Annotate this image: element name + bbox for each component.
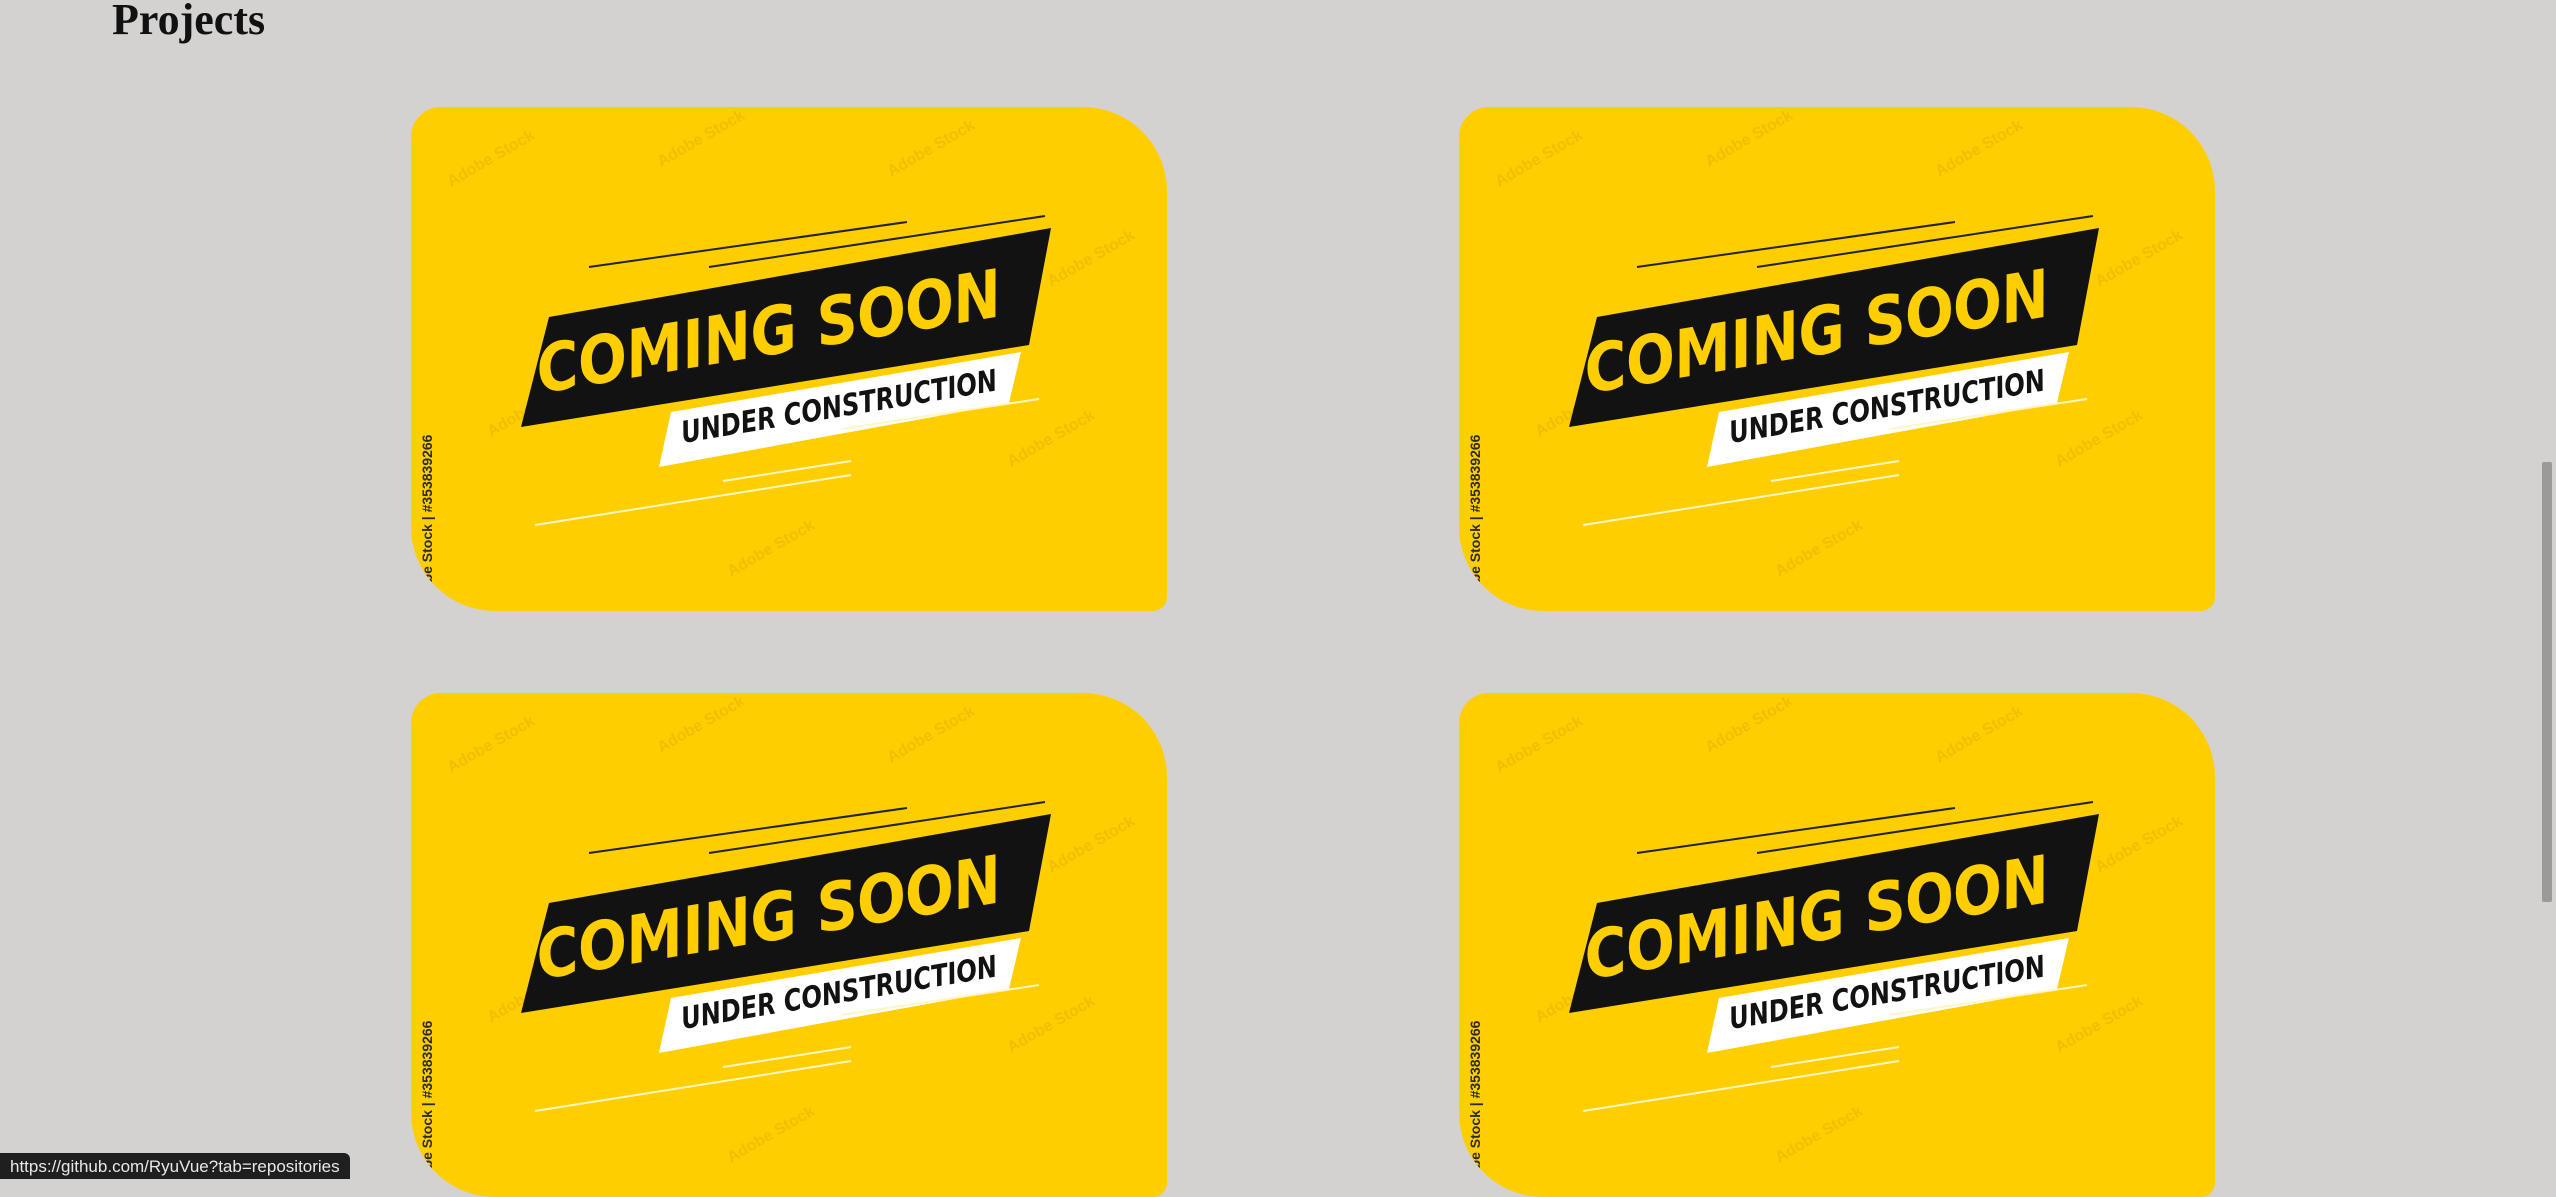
svg-text:Adobe Stock: Adobe Stock — [1933, 117, 2026, 181]
svg-text:Adobe Stock: Adobe Stock — [725, 517, 818, 581]
svg-text:Adobe Stock: Adobe Stock — [725, 1103, 818, 1167]
svg-text:Adobe Stock: Adobe Stock — [2093, 813, 2186, 877]
svg-text:Adobe Stock: Adobe Stock — [1005, 407, 1098, 471]
project-card-1[interactable]: Adobe Stock Adobe Stock Adobe Stock Adob… — [411, 107, 1167, 611]
coming-soon-image: Adobe Stock Adobe Stock Adobe Stock Adob… — [411, 107, 1167, 611]
svg-text:Adobe Stock: Adobe Stock — [2053, 993, 2146, 1057]
svg-text:Adobe Stock: Adobe Stock — [1493, 713, 1586, 777]
svg-text:Adobe Stock: Adobe Stock — [2053, 407, 2146, 471]
stock-id-text: obe Stock | #353839266 — [419, 434, 435, 591]
svg-text:Adobe Stock: Adobe Stock — [1493, 127, 1586, 191]
stock-id-text: obe Stock | #353839266 — [1467, 434, 1483, 591]
project-card-3[interactable]: Adobe Stock Adobe Stock Adobe Stock Adob… — [411, 693, 1167, 1197]
svg-text:Adobe Stock: Adobe Stock — [1703, 107, 1796, 170]
svg-text:Adobe Stock: Adobe Stock — [1045, 227, 1138, 291]
svg-text:Adobe Stock: Adobe Stock — [445, 713, 538, 777]
svg-text:Adobe Stock: Adobe Stock — [1773, 517, 1866, 581]
svg-text:Adobe Stock: Adobe Stock — [1045, 813, 1138, 877]
svg-text:Adobe Stock: Adobe Stock — [655, 107, 748, 170]
speed-line — [535, 475, 851, 525]
svg-text:Adobe Stock: Adobe Stock — [445, 127, 538, 191]
speed-line — [1583, 1061, 1899, 1111]
svg-text:Adobe Stock: Adobe Stock — [885, 117, 978, 181]
coming-soon-image: Adobe Stock Adobe Stock Adobe Stock Adob… — [1459, 693, 2215, 1197]
coming-soon-image: Adobe Stock Adobe Stock Adobe Stock Adob… — [411, 693, 1167, 1197]
stock-id-text: obe Stock | #353839266 — [1467, 1020, 1483, 1177]
project-card-4[interactable]: Adobe Stock Adobe Stock Adobe Stock Adob… — [1459, 693, 2215, 1197]
stock-id-text: obe Stock | #353839266 — [419, 1020, 435, 1177]
svg-text:Adobe Stock: Adobe Stock — [885, 703, 978, 767]
svg-text:Adobe Stock: Adobe Stock — [1773, 1103, 1866, 1167]
svg-text:Adobe Stock: Adobe Stock — [1005, 993, 1098, 1057]
project-card-2[interactable]: Adobe Stock Adobe Stock Adobe Stock Adob… — [1459, 107, 2215, 611]
link-status-bar: https://github.com/RyuVue?tab=repositori… — [0, 1153, 350, 1179]
speed-line — [535, 1061, 851, 1111]
page-title: Projects — [112, 0, 265, 46]
scrollbar-thumb[interactable] — [2542, 462, 2552, 902]
svg-text:Adobe Stock: Adobe Stock — [655, 693, 748, 756]
vertical-scrollbar[interactable] — [2538, 0, 2556, 1179]
coming-soon-image: Adobe Stock Adobe Stock Adobe Stock Adob… — [1459, 107, 2215, 611]
svg-text:Adobe Stock: Adobe Stock — [1933, 703, 2026, 767]
speed-line — [1583, 475, 1899, 525]
svg-text:Adobe Stock: Adobe Stock — [2093, 227, 2186, 291]
svg-text:Adobe Stock: Adobe Stock — [1703, 693, 1796, 756]
